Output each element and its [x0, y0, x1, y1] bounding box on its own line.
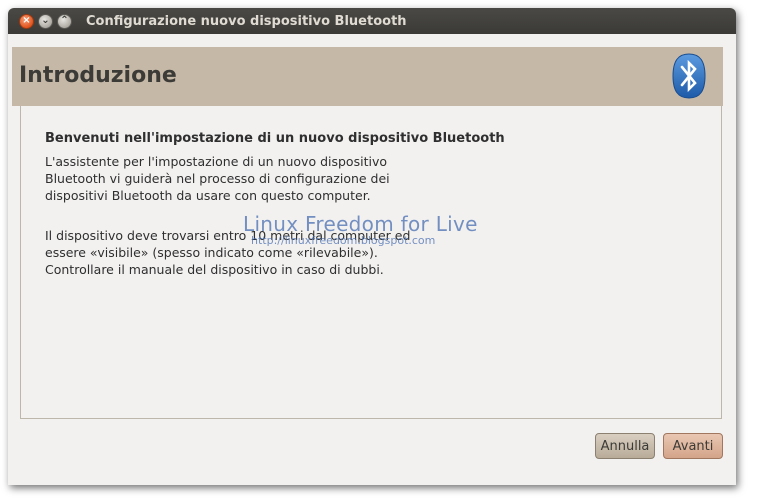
maximize-button[interactable]: ⌃ [57, 13, 72, 29]
close-button[interactable]: × [19, 13, 34, 29]
page-title: Introduzione [19, 63, 177, 88]
page-header: Introduzione [12, 47, 723, 106]
minimize-icon: ⌄ [41, 15, 50, 26]
window-title: Configurazione nuovo dispositivo Bluetoo… [86, 13, 407, 29]
dialog-window: × ⌄ ⌃ Configurazione nuovo dispositivo B… [8, 8, 736, 485]
bluetooth-icon [672, 53, 706, 99]
cancel-button[interactable]: Annulla [595, 433, 655, 459]
maximize-icon: ⌃ [60, 15, 69, 26]
content-panel: Benvenuti nell'impostazione di un nuovo … [20, 106, 722, 419]
welcome-heading: Benvenuti nell'impostazione di un nuovo … [45, 131, 505, 146]
title-bar[interactable]: × ⌄ ⌃ Configurazione nuovo dispositivo B… [8, 8, 736, 34]
instructions-paragraph: Il dispositivo deve trovarsi entro 10 me… [45, 228, 411, 277]
forward-button[interactable]: Avanti [663, 433, 723, 459]
intro-paragraph: L'assistente per l'impostazione di un nu… [45, 154, 390, 203]
close-icon: × [22, 15, 31, 26]
minimize-button[interactable]: ⌄ [38, 13, 53, 29]
